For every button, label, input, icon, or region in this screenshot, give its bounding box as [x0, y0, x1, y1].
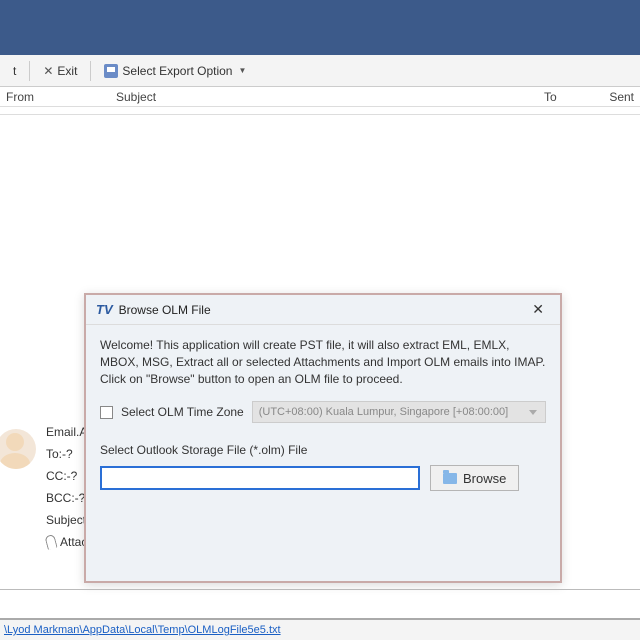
timezone-select[interactable]: (UTC+08:00) Kuala Lumpur, Singapore [+08…	[252, 401, 546, 423]
close-button[interactable]: ✕	[526, 299, 550, 320]
column-header-to[interactable]: To	[544, 90, 594, 104]
toolbar-button-label: t	[13, 64, 16, 78]
app-logo-icon: TV	[96, 302, 113, 317]
message-list-area	[0, 107, 640, 115]
select-export-option-button[interactable]: Select Export Option ▼	[95, 60, 255, 82]
message-list-header: From Subject To Sent	[0, 87, 640, 107]
toolbar-separator	[90, 61, 91, 81]
toolbar-separator	[29, 61, 30, 81]
column-header-from[interactable]: From	[6, 90, 116, 104]
file-row: Browse	[100, 465, 546, 491]
browse-label: Browse	[463, 471, 506, 486]
browse-olm-dialog: TV Browse OLM File ✕ Welcome! This appli…	[84, 293, 562, 583]
exit-button[interactable]: ✕ Exit	[34, 60, 86, 82]
dialog-titlebar[interactable]: TV Browse OLM File ✕	[86, 295, 560, 325]
browse-button[interactable]: Browse	[430, 465, 519, 491]
status-bar: \Lyod Markman\AppData\Local\Temp\OLMLogF…	[0, 618, 640, 640]
export-label: Select Export Option	[122, 64, 232, 78]
avatar	[0, 429, 36, 469]
folder-icon	[443, 473, 457, 484]
dialog-body: Welcome! This application will create PS…	[86, 325, 560, 503]
column-header-sent[interactable]: Sent	[594, 90, 634, 104]
timezone-value: (UTC+08:00) Kuala Lumpur, Singapore [+08…	[259, 406, 509, 418]
log-file-link[interactable]: \Lyod Markman\AppData\Local\Temp\OLMLogF…	[4, 624, 281, 636]
app-titlebar	[0, 0, 640, 55]
toolbar-button-truncated[interactable]: t	[4, 60, 25, 82]
chevron-down-icon: ▼	[238, 66, 246, 75]
timezone-checkbox[interactable]	[100, 406, 113, 419]
timezone-checkbox-label[interactable]: Select OLM Time Zone	[121, 405, 244, 419]
column-header-subject[interactable]: Subject	[116, 90, 544, 104]
file-path-input[interactable]	[100, 466, 420, 490]
main-toolbar: t ✕ Exit Select Export Option ▼	[0, 55, 640, 87]
dialog-title: Browse OLM File	[119, 303, 527, 317]
paperclip-icon	[44, 534, 57, 550]
timezone-row: Select OLM Time Zone (UTC+08:00) Kuala L…	[100, 401, 546, 423]
file-select-label: Select Outlook Storage File (*.olm) File	[100, 443, 546, 457]
exit-icon: ✕	[43, 64, 53, 78]
save-disk-icon	[104, 64, 118, 78]
exit-label: Exit	[57, 64, 77, 78]
separator	[0, 589, 640, 590]
welcome-text: Welcome! This application will create PS…	[100, 337, 546, 387]
content-area: Email.A To:-? CC:-? BCC:-? Subject:-? At…	[0, 115, 640, 570]
